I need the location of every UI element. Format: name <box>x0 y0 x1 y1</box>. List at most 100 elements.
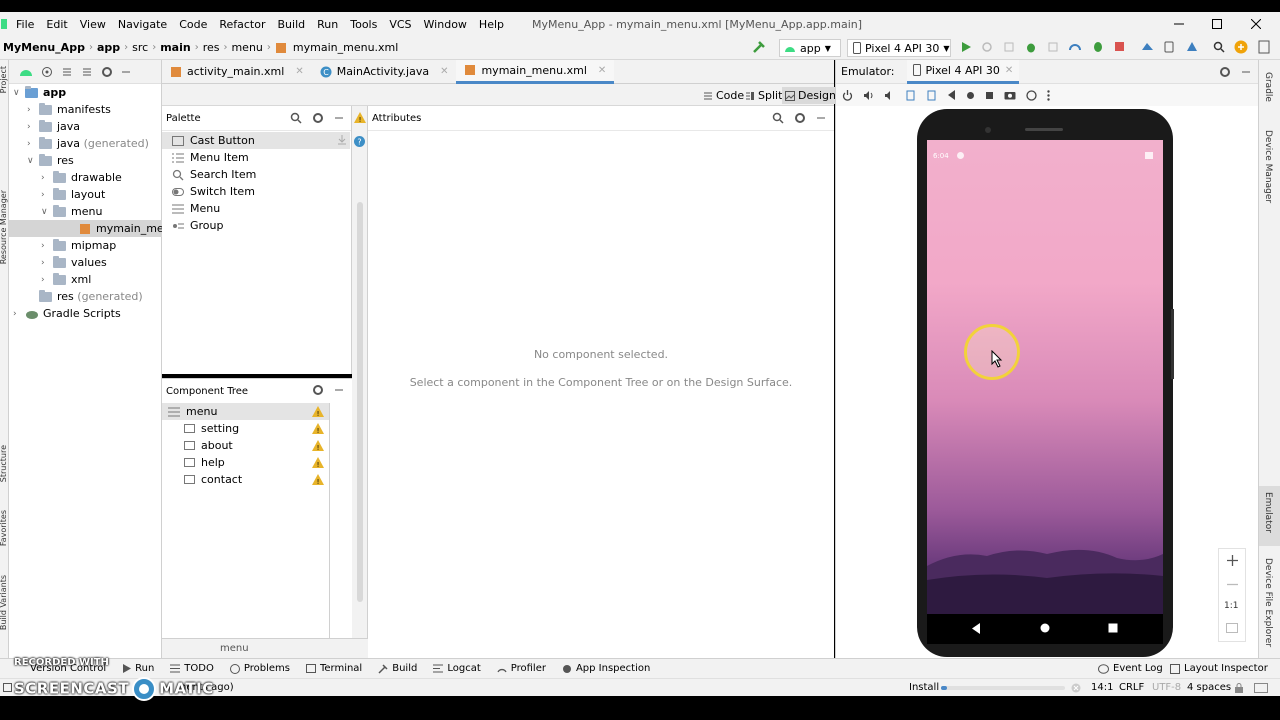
indent-setting[interactable]: 4 spaces <box>1187 682 1231 693</box>
close-tab-icon[interactable]: ✕ <box>598 65 606 76</box>
scrollbar-thumb[interactable] <box>357 202 363 602</box>
zoom-fit-icon[interactable] <box>1226 623 1238 633</box>
structure-tool-tab[interactable]: Structure <box>0 445 8 482</box>
breadcrumb-main[interactable]: main <box>157 41 194 54</box>
tree-item-menu[interactable]: ∨ menu <box>41 203 102 220</box>
home-icon[interactable] <box>966 91 975 100</box>
tab-activity-main[interactable]: activity_main.xml ✕ <box>162 60 312 84</box>
tree-item-gradle-scripts[interactable]: › Gradle Scripts <box>13 305 121 322</box>
warning-icon[interactable]: ! <box>312 406 324 417</box>
tab-event-log[interactable]: Event Log <box>1090 663 1171 674</box>
palette-item-group[interactable]: Group <box>162 217 350 234</box>
resource-manager-tool-tab[interactable]: Resource Manager <box>0 190 8 264</box>
hammer-build-icon[interactable] <box>752 40 766 54</box>
tree-item-values[interactable]: › values <box>41 254 107 271</box>
hide-panel-icon[interactable] <box>334 113 344 123</box>
debug-icon[interactable] <box>1025 41 1037 53</box>
tab-mymain-menu[interactable]: mymain_menu.xml ✕ <box>456 59 615 84</box>
palette-item-search-item[interactable]: Search Item <box>162 166 350 183</box>
breadcrumb-res[interactable]: res <box>200 41 223 54</box>
tree-item-java[interactable]: › java <box>27 118 80 135</box>
palette-item-menu[interactable]: Menu <box>162 200 350 217</box>
menu-vcs[interactable]: VCS <box>383 18 417 31</box>
warning-icon[interactable]: ! <box>312 457 324 468</box>
tab-build[interactable]: Build <box>370 663 425 674</box>
close-tab-icon[interactable]: ✕ <box>295 66 303 77</box>
camera-icon[interactable] <box>1004 90 1016 100</box>
locate-icon[interactable] <box>41 66 53 78</box>
search-icon[interactable] <box>772 112 784 124</box>
run-icon[interactable] <box>960 41 972 53</box>
power-icon[interactable] <box>842 89 853 101</box>
sdk-manager-icon[interactable] <box>1186 41 1198 53</box>
warning-icon[interactable]: ! <box>354 112 366 123</box>
tree-node-about[interactable]: about ! <box>162 437 330 454</box>
rotate-right-icon[interactable] <box>926 90 937 101</box>
palette-item-switch-item[interactable]: Switch Item <box>162 183 350 200</box>
collapse-all-icon[interactable] <box>81 66 93 78</box>
warning-icon[interactable]: ! <box>312 474 324 485</box>
tab-todo[interactable]: TODO <box>162 663 222 674</box>
palette-item-cast-button[interactable]: Cast Button <box>162 132 350 149</box>
menu-help[interactable]: Help <box>473 18 510 31</box>
menu-view[interactable]: View <box>74 18 112 31</box>
palette-item-menu-item[interactable]: Menu Item <box>162 149 350 166</box>
maximize-icon[interactable] <box>1198 12 1236 36</box>
menu-code[interactable]: Code <box>173 18 213 31</box>
tab-problems[interactable]: Problems <box>222 663 298 674</box>
stop-icon[interactable] <box>1114 41 1125 52</box>
nav-home-icon[interactable] <box>1040 623 1050 633</box>
mode-design-button[interactable]: Design <box>782 87 839 104</box>
tree-node-setting[interactable]: setting ! <box>162 420 330 437</box>
menu-edit[interactable]: Edit <box>40 18 73 31</box>
tree-item-mipmap[interactable]: › mipmap <box>41 237 116 254</box>
tab-app-inspection[interactable]: App Inspection <box>554 663 658 674</box>
update-icon[interactable] <box>1234 40 1248 54</box>
side-button[interactable] <box>1171 309 1174 379</box>
overview-icon[interactable] <box>985 91 994 100</box>
back-icon[interactable] <box>947 90 956 100</box>
gear-icon[interactable] <box>101 66 113 78</box>
android-view-icon[interactable] <box>19 67 33 77</box>
gear-icon[interactable] <box>312 384 324 396</box>
emulator-tool-tab[interactable]: Emulator <box>1263 492 1273 533</box>
cancel-icon[interactable] <box>1071 683 1081 693</box>
tree-item-java-generated[interactable]: › java (generated) <box>27 135 149 152</box>
lock-icon[interactable] <box>1234 683 1244 693</box>
snapshot-icon[interactable] <box>1026 89 1037 101</box>
gear-icon[interactable] <box>794 112 806 124</box>
file-encoding[interactable]: UTF-8 <box>1152 682 1181 693</box>
zoom-out-icon[interactable] <box>1227 579 1238 590</box>
tab-terminal[interactable]: Terminal <box>298 663 370 674</box>
breadcrumb-app[interactable]: app <box>94 41 123 54</box>
breadcrumb-project[interactable]: MyMenu_App <box>0 41 88 54</box>
build-variants-tool-tab[interactable]: Build Variants <box>0 575 8 630</box>
tree-item-res-generated[interactable]: res (generated) <box>27 288 143 305</box>
attach-debugger-icon[interactable] <box>1092 41 1104 53</box>
more-options-icon[interactable] <box>1047 89 1050 101</box>
volume-down-icon[interactable] <box>884 90 895 101</box>
device-manager-tool-tab[interactable]: Device Manager <box>1263 130 1273 203</box>
hide-panel-icon[interactable] <box>121 67 131 77</box>
tab-layout-inspector[interactable]: Layout Inspector <box>1162 663 1276 674</box>
tree-item-layout[interactable]: › layout <box>41 186 105 203</box>
warning-icon[interactable]: ! <box>312 440 324 451</box>
tab-profiler[interactable]: Profiler <box>489 663 554 674</box>
profile-icon[interactable] <box>1047 41 1059 53</box>
mode-split-button[interactable]: Split <box>742 87 785 104</box>
hide-panel-icon[interactable] <box>816 113 826 123</box>
menu-build[interactable]: Build <box>272 18 312 31</box>
menu-window[interactable]: Window <box>418 18 473 31</box>
tree-item-xml[interactable]: › xml <box>41 271 91 288</box>
menu-run[interactable]: Run <box>311 18 344 31</box>
breadcrumb-src[interactable]: src <box>129 41 151 54</box>
breadcrumb-menu[interactable]: menu <box>228 41 265 54</box>
hide-panel-icon[interactable] <box>1241 67 1251 77</box>
tree-node-contact[interactable]: contact ! <box>162 471 330 488</box>
warning-icon[interactable]: ! <box>312 423 324 434</box>
line-separator[interactable]: CRLF <box>1119 682 1144 693</box>
menu-tools[interactable]: Tools <box>344 18 383 31</box>
project-tool-tab[interactable]: Project <box>0 66 8 93</box>
mode-code-button[interactable]: Code <box>700 87 747 104</box>
menu-navigate[interactable]: Navigate <box>112 18 173 31</box>
